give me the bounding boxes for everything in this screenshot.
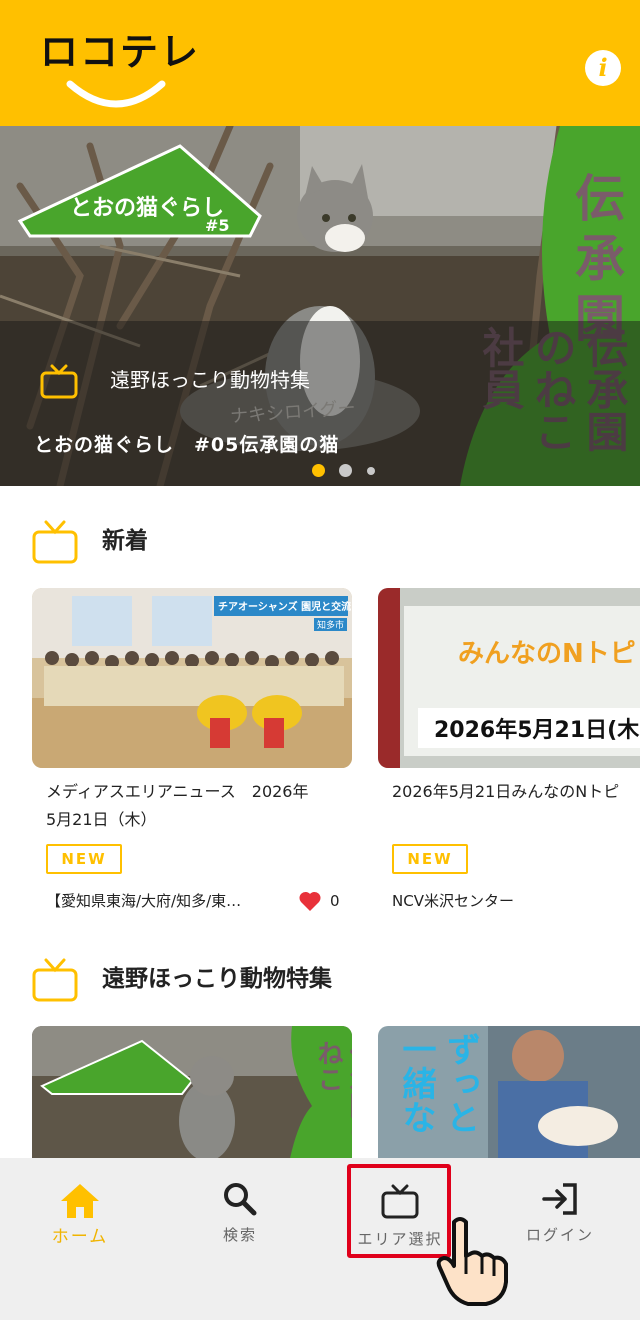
bottom-navigation: ホーム 検索 エリア選択 ログイン xyxy=(0,1158,640,1320)
video-thumbnail[interactable]: 伝承園のねこ xyxy=(32,1026,352,1158)
hero-title: とおの猫ぐらし #05伝承園の猫 xyxy=(34,434,340,456)
svg-text:伝: 伝 xyxy=(575,170,625,228)
logo-text: ロコテレ xyxy=(40,30,201,74)
video-thumbnail[interactable]: ずっと一緒な xyxy=(378,1026,640,1158)
carousel-dot-active[interactable] xyxy=(312,464,325,477)
hero-caption-band xyxy=(0,321,640,486)
thumbnail-image xyxy=(32,588,352,768)
thumbnail-date: 2026年5月21日(木 xyxy=(434,718,640,743)
thumbnail-logo: みんなのNトピ xyxy=(458,639,636,669)
login-icon xyxy=(542,1183,577,1215)
tv-icon xyxy=(32,520,78,564)
section-title: 新着 xyxy=(102,528,148,554)
app-header: ロコテレ i xyxy=(0,0,640,126)
nav-label: ホーム xyxy=(51,1227,109,1247)
section-header-tono: 遠野ほっこり動物特集 xyxy=(32,958,452,1002)
hero-banner[interactable]: 伝 承 園 とおの猫ぐらし #5 ナキシロイグー 伝承園のねこ社員 遠野ほっこり… xyxy=(0,126,640,486)
carousel-dot[interactable] xyxy=(339,464,352,477)
nav-home[interactable]: ホーム xyxy=(0,1158,160,1268)
video-title[interactable]: 2026年5月21日みんなのNトピ xyxy=(392,778,640,806)
pointing-hand-icon xyxy=(436,1217,508,1306)
video-card[interactable]: みんなのNトピ 2026年5月21日(木 2026年5月21日みんなのNトピ N… xyxy=(378,588,640,918)
carousel-dot[interactable] xyxy=(367,467,375,475)
video-title[interactable]: メディアスエリアニュース 2026年 5月21日（木） xyxy=(46,778,342,834)
thumbnail-caption-location: 知多市 xyxy=(314,618,348,631)
new-badge: NEW xyxy=(392,844,468,874)
hero-badge-text: とおの猫ぐらし xyxy=(70,196,225,221)
video-card[interactable]: ずっと一緒な xyxy=(378,1026,640,1158)
thumbnail-text: 伝承園のねこ xyxy=(313,1040,352,1144)
nav-label: 検索 xyxy=(222,1226,257,1244)
video-thumbnail[interactable]: チアオーシャンズ 園児と交流 知多市 xyxy=(32,588,352,768)
app-logo[interactable]: ロコテレ xyxy=(40,30,200,116)
thumbnail-caption: チアオーシャンズ 園児と交流 xyxy=(218,602,352,613)
video-card[interactable]: チアオーシャンズ 園児と交流 知多市 メディアスエリアニュース 2026年 5月… xyxy=(32,588,352,918)
home-icon xyxy=(61,1184,99,1218)
video-card[interactable]: 伝承園のねこ xyxy=(32,1026,352,1158)
video-channel: NCV米沢センター xyxy=(392,892,514,910)
svg-text:承: 承 xyxy=(575,230,625,288)
thumbnail-text: ずっと一緒な xyxy=(396,1032,480,1134)
heart-icon xyxy=(299,891,321,911)
hero-category: 遠野ほっこり動物特集 xyxy=(110,368,310,392)
new-badge: NEW xyxy=(46,844,122,874)
logo-smile-icon xyxy=(66,80,166,108)
thumbnail-image xyxy=(32,1026,352,1158)
hero-badge-number: #5 xyxy=(205,216,230,235)
search-icon xyxy=(224,1183,257,1216)
tv-icon xyxy=(32,958,78,1002)
tv-icon xyxy=(40,364,78,399)
nav-search[interactable]: 検索 xyxy=(160,1158,320,1268)
info-button[interactable]: i xyxy=(585,50,621,86)
section-title: 遠野ほっこり動物特集 xyxy=(102,966,332,992)
video-channel: 【愛知県東海/大府/知多/東… xyxy=(46,892,242,910)
section-header-new: 新着 xyxy=(32,520,332,564)
video-thumbnail[interactable]: みんなのNトピ 2026年5月21日(木 xyxy=(378,588,640,768)
like-count: 0 xyxy=(330,892,340,910)
